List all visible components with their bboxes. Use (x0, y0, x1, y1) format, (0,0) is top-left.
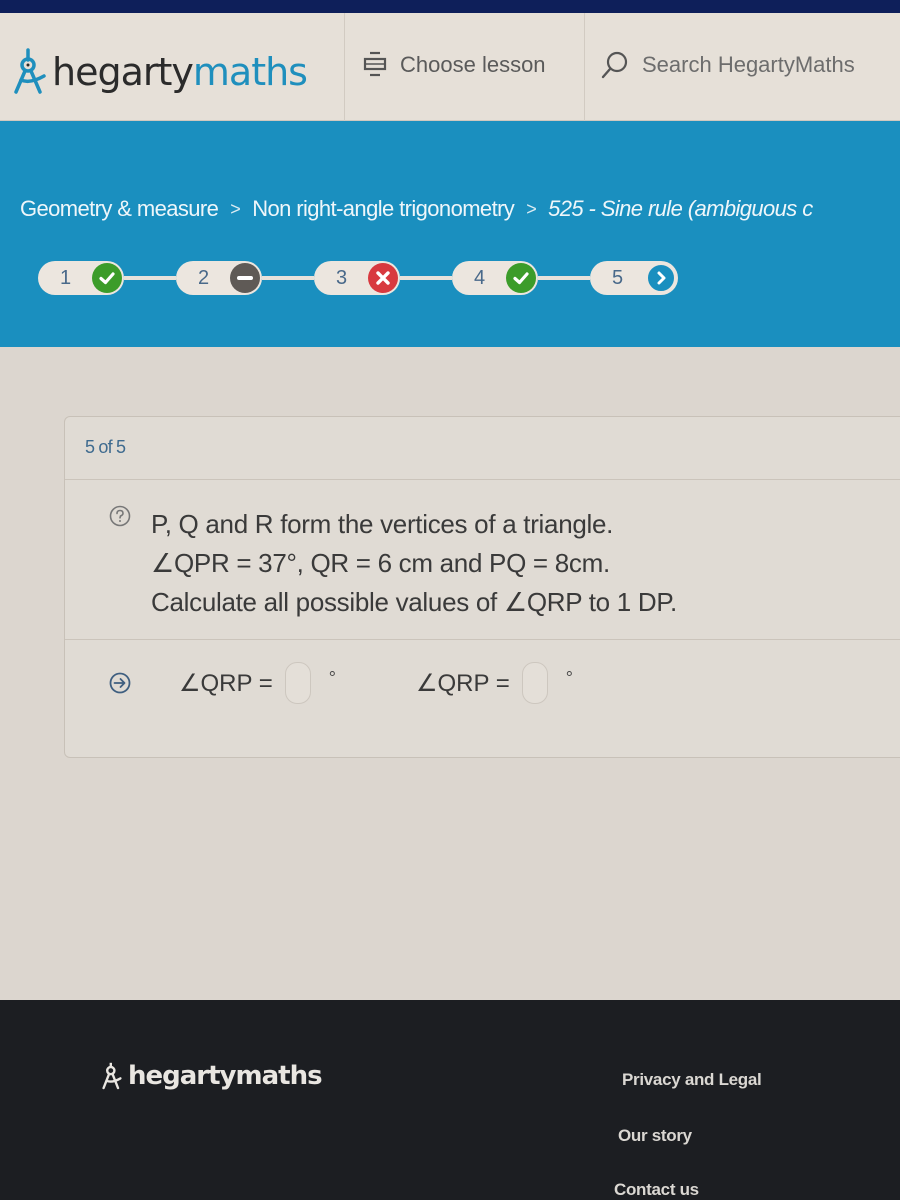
lesson-banner: Geometry & measure > Non right-angle tri… (0, 121, 900, 347)
footer-logo-text: hegartymaths (128, 1061, 323, 1091)
card-divider (65, 479, 900, 480)
hegartymaths-logo[interactable]: hegartymaths (10, 47, 308, 97)
chevron-right-icon (646, 263, 676, 293)
breadcrumb-separator: > (526, 198, 537, 219)
breadcrumb-item-topic[interactable]: Geometry & measure (20, 196, 219, 222)
answer-input-1[interactable] (284, 662, 311, 704)
search-icon (601, 51, 628, 79)
progress-connector (124, 276, 176, 280)
check-icon (506, 263, 536, 293)
top-navbar: hegartymaths Choose lesson (0, 13, 900, 121)
card-divider (65, 639, 900, 640)
contact-us-link[interactable]: Contact us (614, 1180, 699, 1200)
question-mark-icon[interactable] (109, 505, 131, 527)
step-number: 1 (60, 267, 72, 289)
step-number: 4 (474, 267, 486, 289)
logo-part-hegarty: hegarty (52, 50, 194, 94)
logo-part-maths: maths (192, 50, 308, 94)
choose-lesson-button[interactable]: Choose lesson (362, 47, 546, 83)
lesson-stack-icon (363, 51, 387, 77)
breadcrumb-separator: > (230, 198, 241, 219)
progress-step-1[interactable]: 1 (38, 261, 124, 295)
compass-icon (102, 1062, 122, 1090)
degree-unit-2: ° (565, 667, 573, 688)
question-progress: 1 2 3 4 5 (38, 258, 678, 298)
footer: hegartymaths Privacy and Legal Our story… (0, 1000, 900, 1200)
progress-connector (400, 276, 452, 280)
check-icon (92, 263, 122, 293)
answer-input-2[interactable] (521, 662, 548, 704)
progress-step-2[interactable]: 2 (176, 261, 262, 295)
progress-step-4[interactable]: 4 (452, 261, 538, 295)
nav-divider (584, 13, 585, 121)
our-story-link[interactable]: Our story (618, 1126, 692, 1146)
nav-divider (344, 13, 345, 121)
progress-step-3[interactable]: 3 (314, 261, 400, 295)
footer-logo[interactable]: hegartymaths (100, 1060, 323, 1092)
question-line: ∠QPR = 37°, QR = 6 cm and PQ = 8cm. (151, 548, 610, 578)
degree-unit-1: ° (328, 667, 336, 688)
progress-connector (538, 276, 590, 280)
step-number: 2 (198, 267, 210, 289)
question-line: Calculate all possible values of ∠QRP to… (151, 587, 677, 617)
answer-label-2: ∠QRP = (415, 669, 510, 697)
logo-wordmark: hegartymaths (52, 50, 308, 94)
privacy-legal-link[interactable]: Privacy and Legal (622, 1070, 762, 1090)
choose-lesson-label: Choose lesson (400, 52, 546, 77)
answer-row: ∠QRP = ° ∠QRP = ° (109, 662, 573, 704)
top-window-strip (0, 0, 900, 13)
step-number: 3 (336, 267, 348, 289)
step-number: 5 (612, 267, 624, 289)
answer-label-1: ∠QRP = (179, 669, 273, 697)
progress-step-5[interactable]: 5 (590, 261, 678, 295)
question-counter: 5 of 5 (85, 437, 126, 457)
search-bar[interactable] (600, 47, 882, 83)
breadcrumb-item-lesson[interactable]: 525 - Sine rule (ambiguous c (548, 196, 813, 222)
arrow-right-circle-icon[interactable] (109, 672, 131, 694)
question-card: 5 of 5 P, Q and R form the vertices of a… (64, 416, 900, 758)
search-input[interactable] (642, 52, 882, 78)
compass-icon (14, 48, 46, 94)
progress-connector (262, 276, 314, 280)
question-line: P, Q and R form the vertices of a triang… (151, 509, 614, 539)
cross-icon (368, 263, 398, 293)
question-text: P, Q and R form the vertices of a triang… (151, 505, 677, 622)
minus-icon (230, 263, 260, 293)
breadcrumb-item-subtopic[interactable]: Non right-angle trigonometry (252, 196, 515, 222)
breadcrumb: Geometry & measure > Non right-angle tri… (20, 196, 813, 222)
